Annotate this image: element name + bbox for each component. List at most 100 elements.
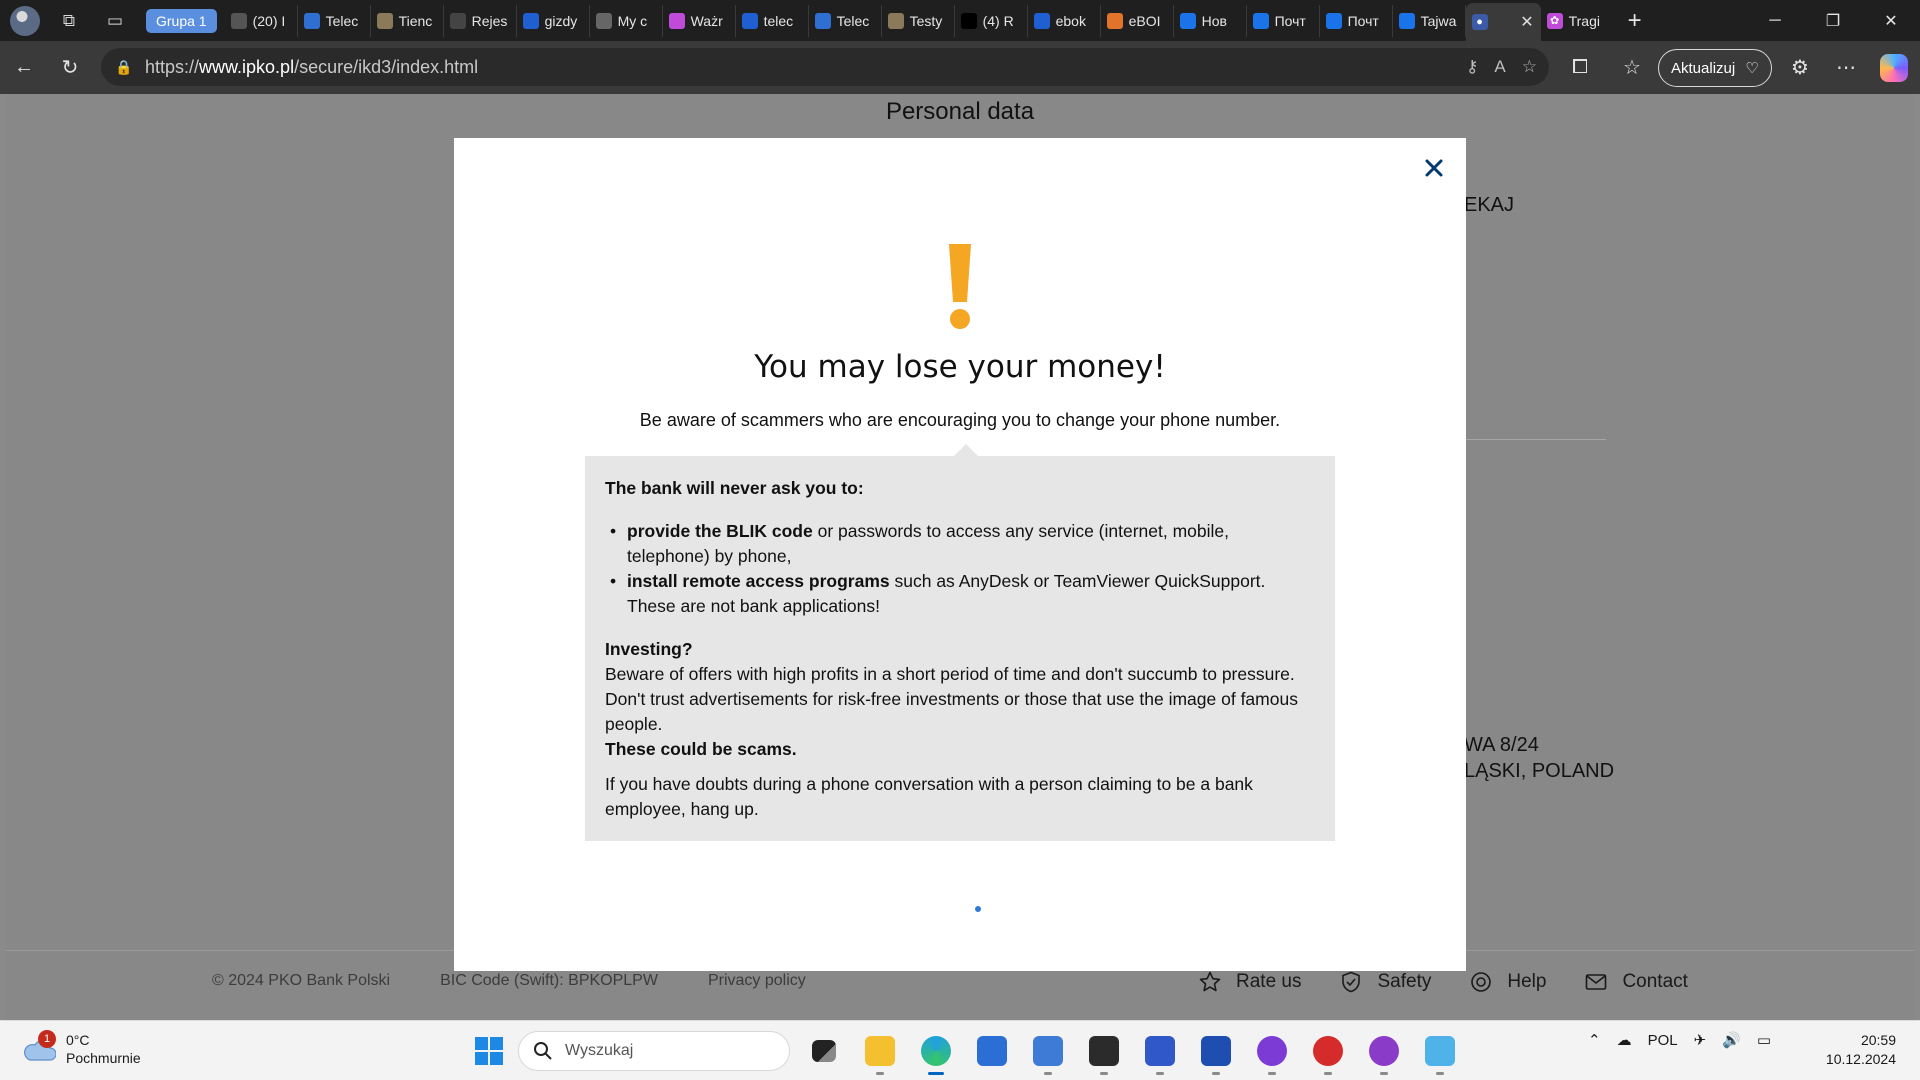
more-menu-icon[interactable]: ⋯ [1828,49,1864,85]
window-close-icon[interactable]: ✕ [1862,0,1920,41]
browser-tab[interactable]: Tajwa [1393,4,1466,37]
update-heart-icon: ♡ [1745,60,1759,77]
page-title: Personal data [885,98,1035,125]
refresh-icon[interactable]: ↻ [52,49,88,85]
update-button[interactable]: Aktualizuj ♡ [1658,49,1772,87]
favorites-icon[interactable]: ☆ [1614,49,1650,85]
copilot-icon[interactable] [1880,54,1908,82]
browser-tab[interactable]: Нов [1174,4,1247,37]
browser-tab[interactable]: Testy [882,4,955,37]
browser-tab[interactable]: Почт [1320,4,1393,37]
tab-label: Нов [1201,12,1227,29]
tab-actions-icon[interactable]: ▭ [98,4,132,38]
browser-tab[interactable]: Tienc [371,4,444,37]
onedrive-cloud-icon[interactable]: ☁ [1617,1031,1632,1049]
lock-icon[interactable]: 🔒 [113,56,135,78]
help-label: Help [1507,971,1547,992]
restore-icon[interactable]: ❐ [1804,0,1862,41]
help-link[interactable]: Help [1469,970,1546,994]
clock[interactable]: 20:59 10.12.2024 [1822,1031,1896,1069]
password-key-icon[interactable]: ⚷ [1466,57,1478,77]
bg-text-fragment: WA 8/24 [1464,734,1539,756]
browser-tab[interactable]: Rejes [444,4,517,37]
minimize-icon[interactable]: ─ [1746,0,1804,41]
network-app-icon[interactable] [1026,1029,1070,1075]
floppy-app-icon[interactable] [1138,1029,1182,1075]
bullet-bold-text: install remote access programs [627,571,890,591]
tab-favicon-icon [1398,12,1415,29]
investing-text: Beware of offers with high profits in a … [605,664,1298,734]
battery-icon[interactable]: ▭ [1757,1031,1771,1049]
terminal-icon[interactable] [1082,1029,1126,1075]
browser-tab[interactable]: Ważr [663,4,736,37]
close-tab-icon[interactable]: ✕ [1520,12,1533,32]
lifebuoy-icon [1471,972,1492,992]
list-item: provide the BLIK code or passwords to ac… [605,519,1315,569]
url-path: /secure/ikd3/index.html [294,56,479,77]
browser-tab[interactable]: Telec [298,4,371,37]
read-aloud-icon[interactable]: A [1494,57,1505,77]
tab-active[interactable]: ● ✕ [1465,3,1541,41]
language-indicator[interactable]: POL [1648,1032,1678,1049]
info-box: The bank will never ask you to: provide … [585,456,1335,841]
tab-label: Testy [909,12,943,29]
browser-tab[interactable]: eBOI [1101,4,1174,37]
start-icon[interactable] [472,1034,506,1068]
task-view-icon[interactable] [802,1029,846,1073]
notepad-icon[interactable] [1418,1029,1462,1075]
contact-link[interactable]: Contact [1584,970,1688,994]
file-explorer-icon[interactable] [858,1029,902,1075]
weather-desc: Pochmurnie [66,1050,141,1066]
tab-label: telec [763,12,794,29]
tab-last[interactable]: ✿ Tragi [1541,5,1614,37]
rate-us-link[interactable]: Rate us [1198,970,1301,994]
github-desktop-icon[interactable] [1362,1029,1406,1075]
profile-avatar[interactable] [10,5,40,36]
back-icon[interactable]: ← [6,49,42,85]
bg-text-fragment: LĄSKI, POLAND [1464,760,1615,782]
browser-tab[interactable]: (4) R [955,4,1028,37]
browser-tab[interactable]: My c [590,4,663,37]
browser-tab[interactable]: Telec [809,4,882,37]
browser-tab[interactable]: ebok [1028,4,1101,37]
copyright-text: © 2024 PKO Bank Polski [212,972,391,989]
investing-title: Investing? [605,639,693,659]
info-box-arrow [954,444,978,456]
favorite-star-icon[interactable]: ☆ [1522,57,1537,77]
tab-favicon-icon [595,12,612,29]
new-tab-icon[interactable]: + [1628,7,1642,35]
store-icon[interactable] [970,1029,1014,1073]
tab-favicon-icon [522,12,539,29]
browser-essentials-icon[interactable]: ⚙ [1782,49,1818,85]
search-icon [534,1042,552,1060]
exclamation-icon [949,244,971,329]
address-bar[interactable]: 🔒 https://www.ipko.pl/secure/ikd3/index.… [101,48,1549,86]
never-ask-list: provide the BLIK code or passwords to ac… [605,519,1315,619]
browser-tab[interactable]: (20) I [225,4,298,37]
modal-subheading: Be aware of scammers who are encouraging… [639,410,1281,430]
edge-icon[interactable] [914,1029,958,1075]
privacy-policy-link[interactable]: Privacy policy [708,972,806,990]
tab-group-label[interactable]: Grupa 1 [146,8,217,33]
tab-favicon-icon: ✿ [1546,12,1563,29]
system-tray: ⌃ ☁ POL ✈ 🔊 ▭ [1588,1031,1771,1050]
safety-link[interactable]: Safety [1339,970,1431,994]
browser-tab[interactable]: Почт [1247,4,1320,37]
tab-label: (4) R [982,12,1014,29]
browser-tab[interactable]: gizdy [517,4,590,37]
red-app-icon[interactable] [1306,1029,1350,1075]
tab-favicon-icon [887,12,904,29]
extensions-icon[interactable]: ⧠ [1562,49,1598,85]
volume-icon[interactable]: 🔊 [1722,1031,1741,1049]
weather-widget[interactable]: 1 0°C Pochmurnie [22,1030,141,1067]
tab-favicon-icon [1033,12,1050,29]
browser-tab[interactable]: telec [736,4,809,37]
taskbar-search[interactable]: Wyszukaj [518,1031,790,1071]
tab-favicon-icon [230,12,247,29]
workspaces-icon[interactable]: ⧉ [52,4,86,38]
tor-browser-icon[interactable] [1250,1029,1294,1075]
chevron-up-icon[interactable]: ⌃ [1588,1031,1601,1049]
affinity-app-icon[interactable] [1194,1029,1238,1075]
airplane-mode-icon[interactable]: ✈ [1694,1031,1707,1049]
close-icon[interactable] [1422,156,1446,180]
